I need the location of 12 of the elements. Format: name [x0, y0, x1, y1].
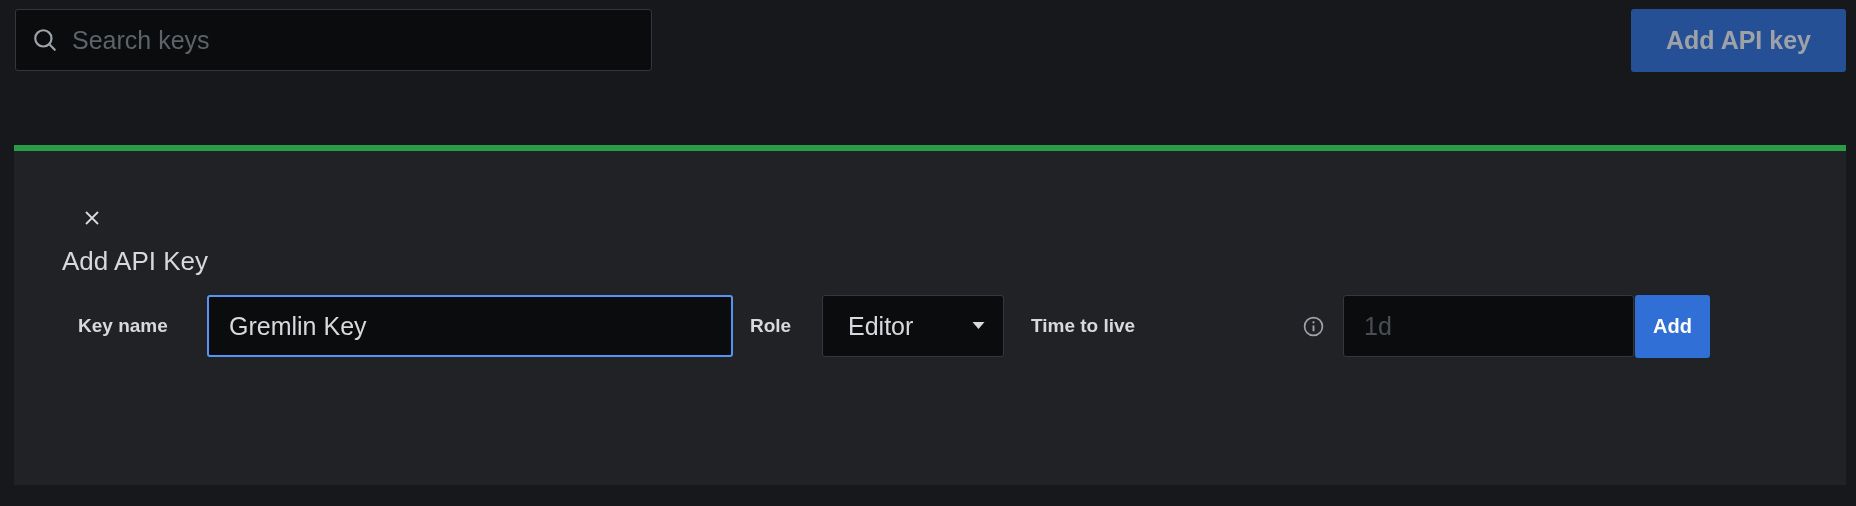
key-name-label: Key name [78, 315, 169, 337]
role-select[interactable]: Editor [822, 295, 1004, 357]
time-to-live-label: Time to live [1031, 315, 1137, 337]
search-field[interactable]: Search keys [15, 9, 652, 71]
close-icon[interactable] [84, 210, 100, 226]
add-button[interactable]: Add [1635, 294, 1710, 358]
panel-title: Add API Key [62, 246, 209, 277]
role-label: Role [750, 315, 793, 337]
time-to-live-field[interactable]: 1d [1343, 295, 1634, 357]
key-name-field[interactable]: Gremlin Key [207, 295, 733, 357]
caret-icon [972, 322, 985, 330]
info-icon[interactable] [1303, 315, 1324, 337]
